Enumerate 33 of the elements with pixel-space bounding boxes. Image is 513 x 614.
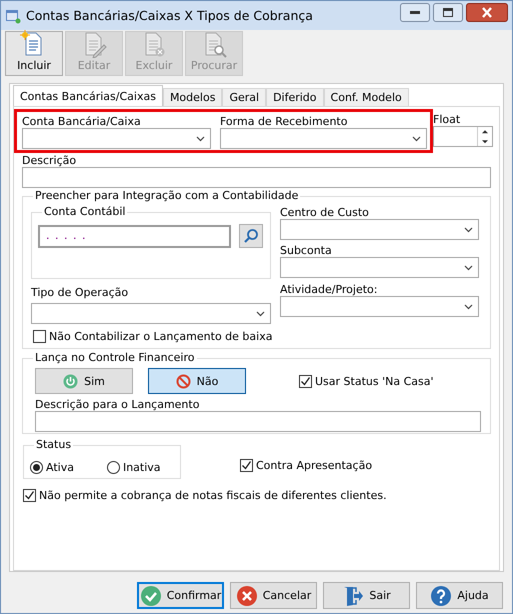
- radio-label: Inativa: [122, 461, 161, 474]
- field-label: Float: [433, 113, 462, 126]
- window-title: Contas Bancárias/Caixas X Tipos de Cobrança: [26, 8, 314, 23]
- footer-button[interactable]: Sair: [323, 582, 410, 609]
- tab[interactable]: Modelos: [162, 88, 222, 106]
- checkbox-label: Usar Status 'Na Casa': [315, 374, 434, 388]
- toggle-button[interactable]: Não: [148, 368, 246, 394]
- field-label: Atividade/Projeto:: [280, 283, 378, 296]
- checkbox-label: Contra Apresentação: [256, 459, 372, 472]
- footer-button[interactable]: Cancelar: [230, 582, 317, 609]
- tab[interactable]: Geral: [222, 88, 266, 106]
- tab[interactable]: Diferido: [266, 88, 324, 106]
- group-title: Status: [34, 438, 74, 451]
- checkbox-label: Não Contabilizar o Lançamento de baixa: [49, 330, 272, 343]
- tab[interactable]: Conf. Modelo: [324, 88, 409, 106]
- field-label: Subconta: [280, 244, 333, 257]
- field-label: Forma de Recebimento: [220, 115, 348, 128]
- footer-button[interactable]: Ajuda: [416, 582, 503, 609]
- group-title: Conta Contábil: [42, 205, 128, 218]
- radio-label: Ativa: [46, 461, 74, 474]
- field-label: Descrição para o Lançamento: [35, 398, 200, 411]
- toggle-button[interactable]: Sim: [35, 368, 133, 394]
- field-label: Conta Bancária/Caixa: [22, 115, 142, 128]
- field-label: Descrição: [22, 154, 78, 167]
- field-label: Centro de Custo: [280, 206, 370, 219]
- field-label: Tipo de Operação: [31, 286, 130, 299]
- footer-button[interactable]: Confirmar: [137, 582, 224, 609]
- checkbox-label: Não permite a cobrança de notas fiscais de diferentes clientes.: [39, 489, 387, 502]
- group-title: Preencher para Integração com a Contabilidade: [33, 189, 300, 202]
- account-field[interactable]: . . . . .: [38, 224, 231, 248]
- toolbar-button[interactable]: Incluir: [5, 31, 63, 76]
- tab[interactable]: Contas Bancárias/Caixas: [13, 85, 163, 106]
- group-title: Lança no Controle Financeiro: [33, 351, 196, 364]
